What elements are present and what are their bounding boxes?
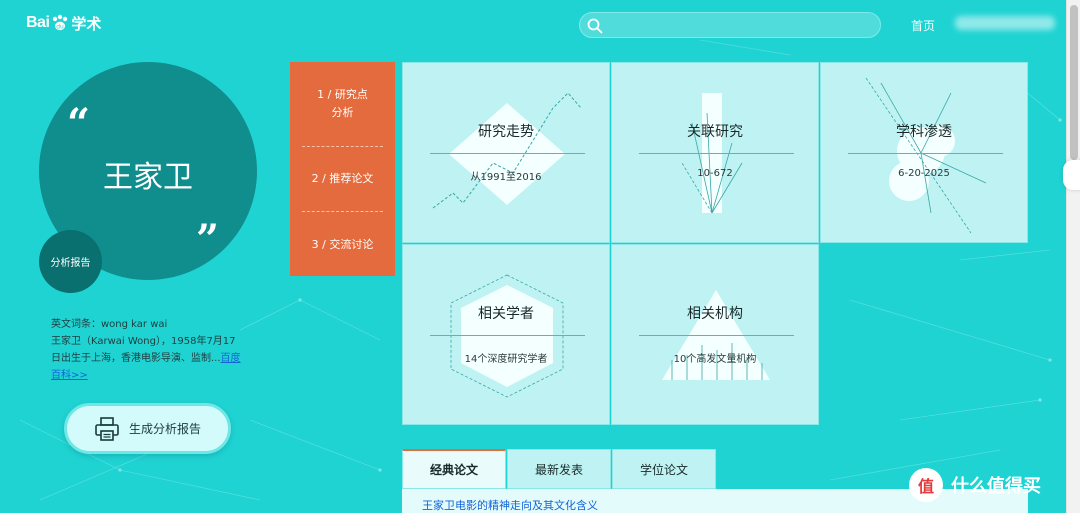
- generate-report-label: 生成分析报告: [129, 422, 202, 436]
- watermark-text: 什么值得买: [951, 476, 1041, 497]
- bio-english-entry: 英文词条：wong kar wai: [51, 319, 168, 330]
- paper-tabs: 经典论文 最新发表 学位论文: [402, 449, 717, 489]
- analysis-tiles-grid: 研究走势 从1991至2016 关联研究 10-672 学科渗透 6-20-20…: [402, 62, 1028, 426]
- menu-item-research-points[interactable]: 1 / 研究点 分析: [290, 86, 395, 122]
- tile-subtitle: 从1991至2016: [470, 172, 542, 183]
- search-icon[interactable]: [586, 17, 604, 35]
- tile-subtitle: 10个高发文量机构: [673, 354, 757, 365]
- svg-text:du: du: [57, 24, 65, 31]
- search-box[interactable]: [579, 12, 881, 38]
- tile-title: 研究走势: [478, 124, 534, 140]
- nav-home-link[interactable]: 首页: [911, 17, 935, 34]
- tile-related-scholars[interactable]: 相关学者 14个深度研究学者: [402, 244, 610, 425]
- tab-classic-papers[interactable]: 经典论文: [402, 449, 506, 489]
- tile-title: 相关学者: [478, 306, 534, 322]
- menu-divider: [302, 146, 383, 147]
- logo-text: Bai: [26, 14, 50, 31]
- tile-title: 学科渗透: [896, 124, 952, 140]
- paw-icon: du: [53, 14, 68, 31]
- search-input[interactable]: [608, 16, 873, 34]
- bio-description: 王家卫（Karwai Wong），1958年7月17日出生于上海，香港电影导演、…: [51, 336, 236, 364]
- tile-divider: [430, 153, 585, 154]
- tile-title: 相关机构: [687, 306, 743, 322]
- menu-item-label: 2 / 推荐论文: [311, 172, 374, 185]
- analysis-menu: 1 / 研究点 分析 2 / 推荐论文 3 / 交流讨论: [290, 62, 395, 276]
- smzdm-watermark: 值 什么值得买: [909, 468, 1041, 502]
- quote-close-icon: ”: [196, 216, 220, 263]
- logo-suffix: 学术: [71, 14, 102, 33]
- menu-item-label: 分析: [331, 106, 354, 119]
- side-feedback-tab[interactable]: [1063, 160, 1080, 190]
- menu-item-recommended-papers[interactable]: 2 / 推荐论文: [290, 170, 395, 188]
- paper-title-link[interactable]: 王家卫电影的精神走向及其文化含义: [422, 497, 598, 513]
- menu-item-label: 1 / 研究点: [317, 88, 368, 101]
- tile-subtitle: 14个深度研究学者: [464, 354, 548, 365]
- analysis-report-badge[interactable]: 分析报告: [39, 230, 102, 293]
- person-bio: 英文词条：wong kar wai 王家卫（Karwai Wong），1958年…: [51, 316, 241, 384]
- tile-subtitle: 10-672: [697, 168, 733, 179]
- menu-item-discussion[interactable]: 3 / 交流讨论: [290, 236, 395, 254]
- tab-latest-papers[interactable]: 最新发表: [507, 449, 611, 489]
- tile-related-research[interactable]: 关联研究 10-672: [611, 62, 819, 243]
- generate-report-button[interactable]: 生成分析报告: [64, 403, 231, 454]
- tab-degree-theses[interactable]: 学位论文: [612, 449, 716, 489]
- tile-discipline-penetration[interactable]: 学科渗透 6-20-2025: [820, 62, 1028, 243]
- printer-icon: [95, 416, 119, 441]
- tile-subtitle: 6-20-2025: [898, 168, 950, 179]
- menu-item-label: 3 / 交流讨论: [311, 238, 374, 251]
- tile-divider: [639, 335, 794, 336]
- page-scrollbar[interactable]: [1066, 0, 1080, 513]
- menu-divider: [302, 211, 383, 212]
- tile-research-trend[interactable]: 研究走势 从1991至2016: [402, 62, 610, 243]
- user-account-area[interactable]: [955, 16, 1055, 30]
- tile-divider: [848, 153, 1003, 154]
- person-name: 王家卫: [103, 160, 193, 195]
- watermark-badge: 值: [909, 468, 943, 502]
- tile-related-institutions[interactable]: 相关机构 10个高发文量机构: [611, 244, 819, 425]
- scrollbar-thumb[interactable]: [1070, 5, 1078, 160]
- tile-title: 关联研究: [687, 124, 743, 140]
- tile-divider: [430, 335, 585, 336]
- tile-divider: [639, 153, 794, 154]
- baidu-scholar-logo[interactable]: Bai du 学术: [26, 10, 101, 36]
- quote-open-icon: “: [67, 100, 91, 147]
